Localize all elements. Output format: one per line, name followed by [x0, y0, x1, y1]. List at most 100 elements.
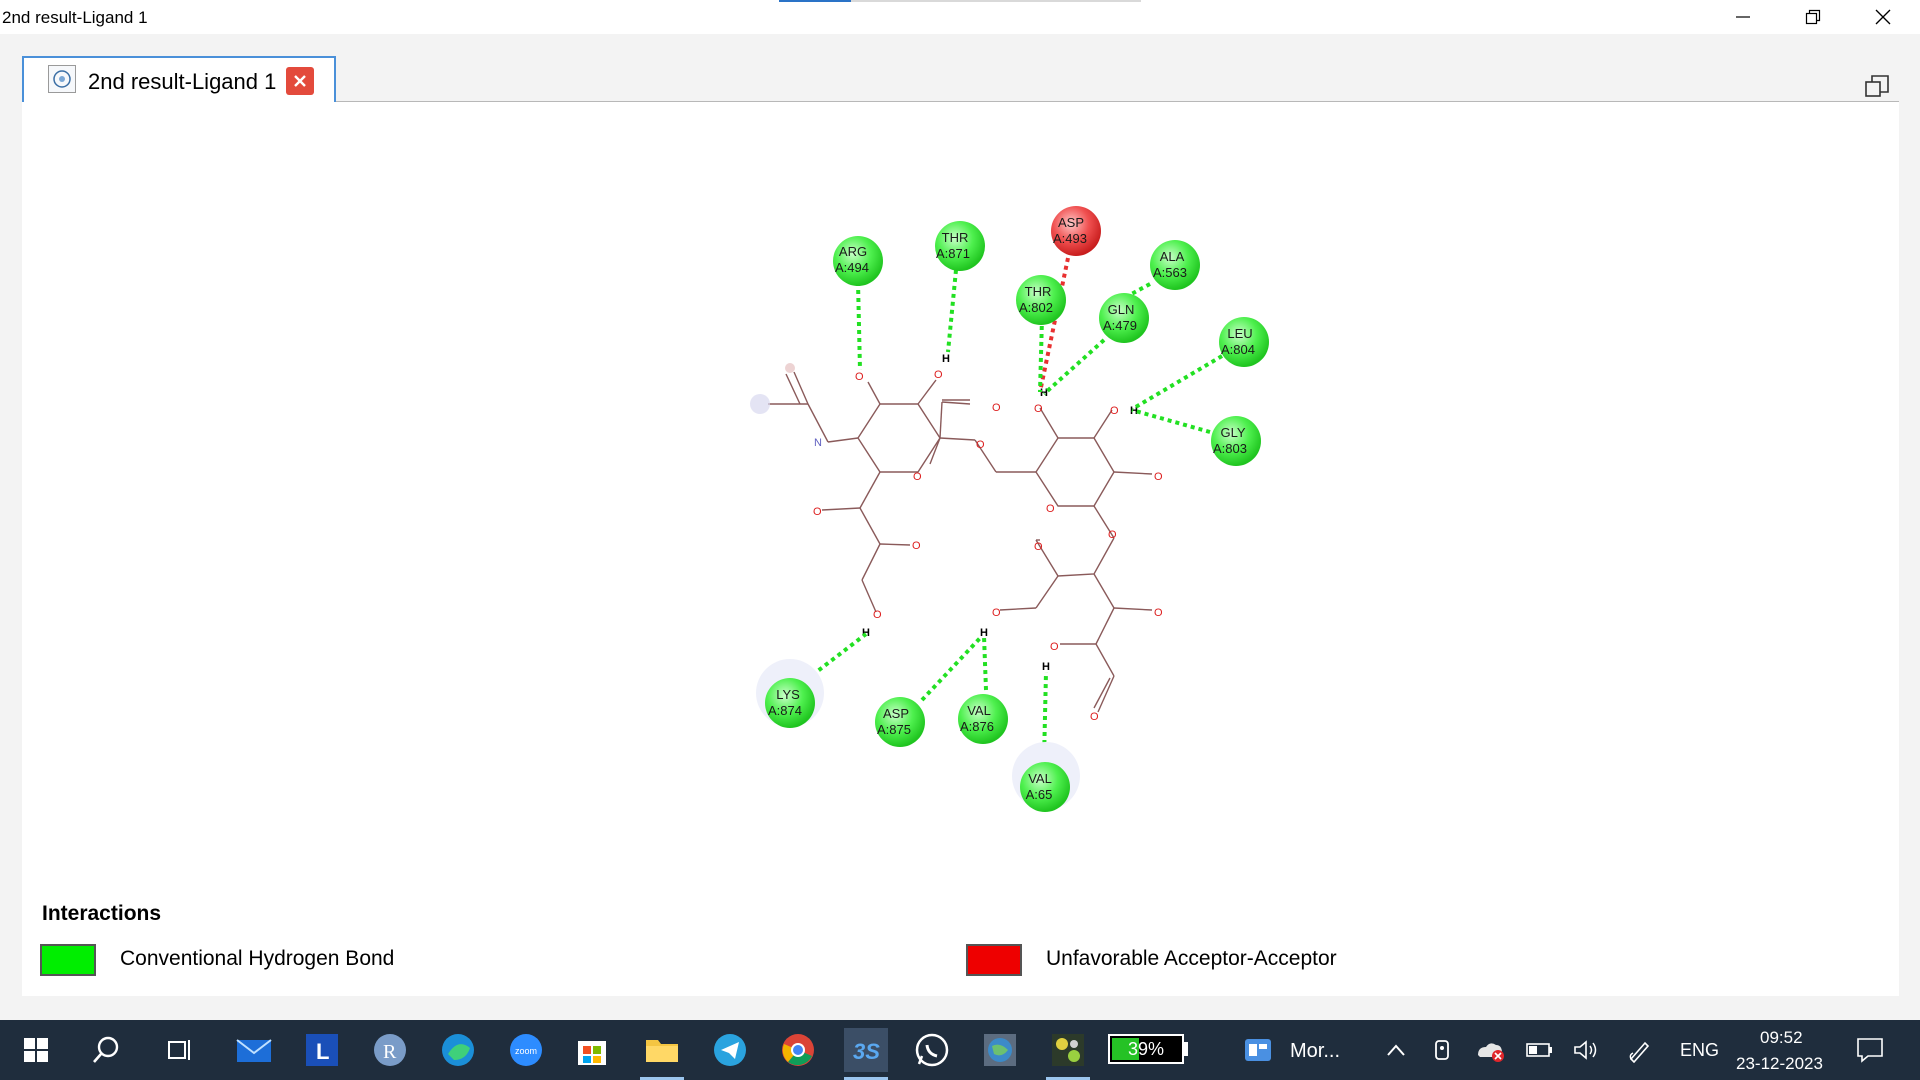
task-view-icon[interactable] [158, 1028, 202, 1072]
svg-text:O: O [855, 371, 864, 383]
hbond-val876 [982, 635, 988, 691]
svg-text:A:479: A:479 [1103, 318, 1137, 333]
svg-text:LEU: LEU [1227, 326, 1252, 341]
discovery-studio-icon[interactable]: 3S [844, 1028, 888, 1072]
svg-text:GLY: GLY [1220, 425, 1245, 440]
clock-date[interactable]: 23-12-2023 [1736, 1054, 1823, 1074]
svg-text:O: O [913, 471, 922, 483]
svg-text:O: O [1154, 607, 1163, 619]
molecule-app-icon[interactable] [1046, 1028, 1090, 1072]
svg-text:GLN: GLN [1108, 302, 1135, 317]
store-icon[interactable] [570, 1028, 614, 1072]
globe-app-icon[interactable] [978, 1028, 1022, 1072]
svg-text:VAL: VAL [967, 703, 991, 718]
hbond-gly803 [1131, 408, 1211, 434]
svg-text:A:875: A:875 [877, 722, 911, 737]
start-icon[interactable] [14, 1028, 58, 1072]
svg-text:O: O [813, 506, 822, 518]
svg-text:A:804: A:804 [1221, 342, 1255, 357]
svg-text:O: O [1034, 403, 1043, 415]
svg-text:THR: THR [1025, 284, 1052, 299]
hbond-gln479 [1042, 338, 1106, 396]
svg-text:THR: THR [942, 230, 969, 245]
svg-text:A:802: A:802 [1019, 300, 1053, 315]
svg-text:O: O [1046, 503, 1055, 515]
residue-asp875: ASP A:875 [875, 697, 925, 747]
svg-text:A:493: A:493 [1053, 231, 1087, 246]
interaction-lines [804, 257, 1224, 761]
chevron-up-icon[interactable] [1374, 1028, 1418, 1072]
battery-icon[interactable] [1518, 1028, 1562, 1072]
pen-icon[interactable] [1618, 1028, 1662, 1072]
svg-text:O: O [873, 609, 882, 621]
svg-text:O: O [1050, 641, 1059, 653]
legend-swatch-conventional [40, 944, 96, 976]
svg-text:O: O [992, 402, 1001, 414]
legend-title: Interactions [42, 902, 162, 925]
ligand-structure [768, 371, 1153, 713]
telegram-icon[interactable] [708, 1028, 752, 1072]
svg-text:VAL: VAL [1028, 771, 1052, 786]
svg-text:O: O [1154, 471, 1163, 483]
legend-swatch-unfavorable [966, 944, 1022, 976]
mail-icon[interactable] [232, 1028, 276, 1072]
residue-thr802: THR A:802 [1016, 275, 1066, 325]
widgets-label[interactable]: Mor... [1290, 1040, 1340, 1063]
onedrive-error-icon[interactable] [1468, 1028, 1512, 1072]
l-app-icon[interactable]: L [300, 1028, 344, 1072]
svg-text:O: O [1090, 711, 1099, 723]
notification-icon[interactable] [1848, 1028, 1892, 1072]
battery-tip [1184, 1042, 1188, 1056]
battery-widget[interactable]: 39% [1108, 1034, 1184, 1064]
meet-now-icon[interactable] [1422, 1028, 1466, 1072]
svg-text:R: R [383, 1041, 397, 1063]
file-explorer-icon[interactable] [640, 1028, 684, 1072]
svg-text:O: O [992, 607, 1001, 619]
clock-time[interactable]: 09:52 [1760, 1028, 1803, 1048]
hbond-asp875 [920, 634, 984, 702]
svg-text:zoom: zoom [515, 1046, 537, 1056]
legend-label-conventional: Conventional Hydrogen Bond [120, 947, 395, 970]
svg-text:O: O [1110, 405, 1119, 417]
svg-text:ALA: ALA [1160, 249, 1185, 264]
svg-text:O: O [1034, 541, 1043, 553]
svg-text:A:65: A:65 [1026, 787, 1053, 802]
svg-text:A:494: A:494 [835, 260, 869, 275]
residue-val65: VAL A:65 [1012, 742, 1080, 812]
svg-text:A:871: A:871 [936, 246, 970, 261]
residue-gln479: GLN A:479 [1099, 293, 1149, 343]
hydrogen-labels: H H H H H H [862, 353, 1138, 673]
search-icon[interactable] [84, 1028, 128, 1072]
residue-thr871: THR A:871 [935, 221, 985, 271]
svg-text:O: O [912, 540, 921, 552]
svg-text:O: O [976, 439, 985, 451]
language-indicator[interactable]: ENG [1680, 1040, 1719, 1061]
residue-lys874: LYS A:874 [756, 659, 824, 728]
legend-label-unfavorable: Unfavorable Acceptor-Acceptor [1046, 947, 1337, 970]
residue-ala563: ALA A:563 [1150, 240, 1200, 290]
whatsapp-icon[interactable] [910, 1028, 954, 1072]
svg-text:O: O [934, 369, 943, 381]
svg-text:3S: 3S [853, 1039, 880, 1064]
svg-text:L: L [316, 1039, 329, 1064]
edge-icon[interactable] [436, 1028, 480, 1072]
svg-text:A:874: A:874 [768, 703, 802, 718]
widgets-icon[interactable] [1236, 1028, 1280, 1072]
svg-text:H: H [980, 627, 988, 639]
svg-text:ASP: ASP [1058, 215, 1084, 230]
nitrogen-label: N [814, 437, 822, 449]
hbond-thr871 [946, 269, 958, 353]
svg-text:A:876: A:876 [960, 719, 994, 734]
zoom-icon[interactable]: zoom [504, 1028, 548, 1072]
residue-leu804: LEU A:804 [1219, 317, 1269, 367]
residue-arg494: ARG A:494 [833, 236, 883, 286]
volume-icon[interactable] [1564, 1028, 1608, 1072]
svg-text:ASP: ASP [883, 706, 909, 721]
chrome-icon[interactable] [776, 1028, 820, 1072]
taskbar: L R zoom 3S 39% Mor... ENG 09:52 23-12-2… [0, 1020, 1920, 1080]
residue-asp493: ASP A:493 [1051, 206, 1101, 256]
r-app-icon[interactable]: R [368, 1028, 412, 1072]
svg-text:H: H [1042, 661, 1050, 673]
residue-val876: VAL A:876 [958, 694, 1008, 744]
battery-percent: 39% [1128, 1039, 1165, 1059]
